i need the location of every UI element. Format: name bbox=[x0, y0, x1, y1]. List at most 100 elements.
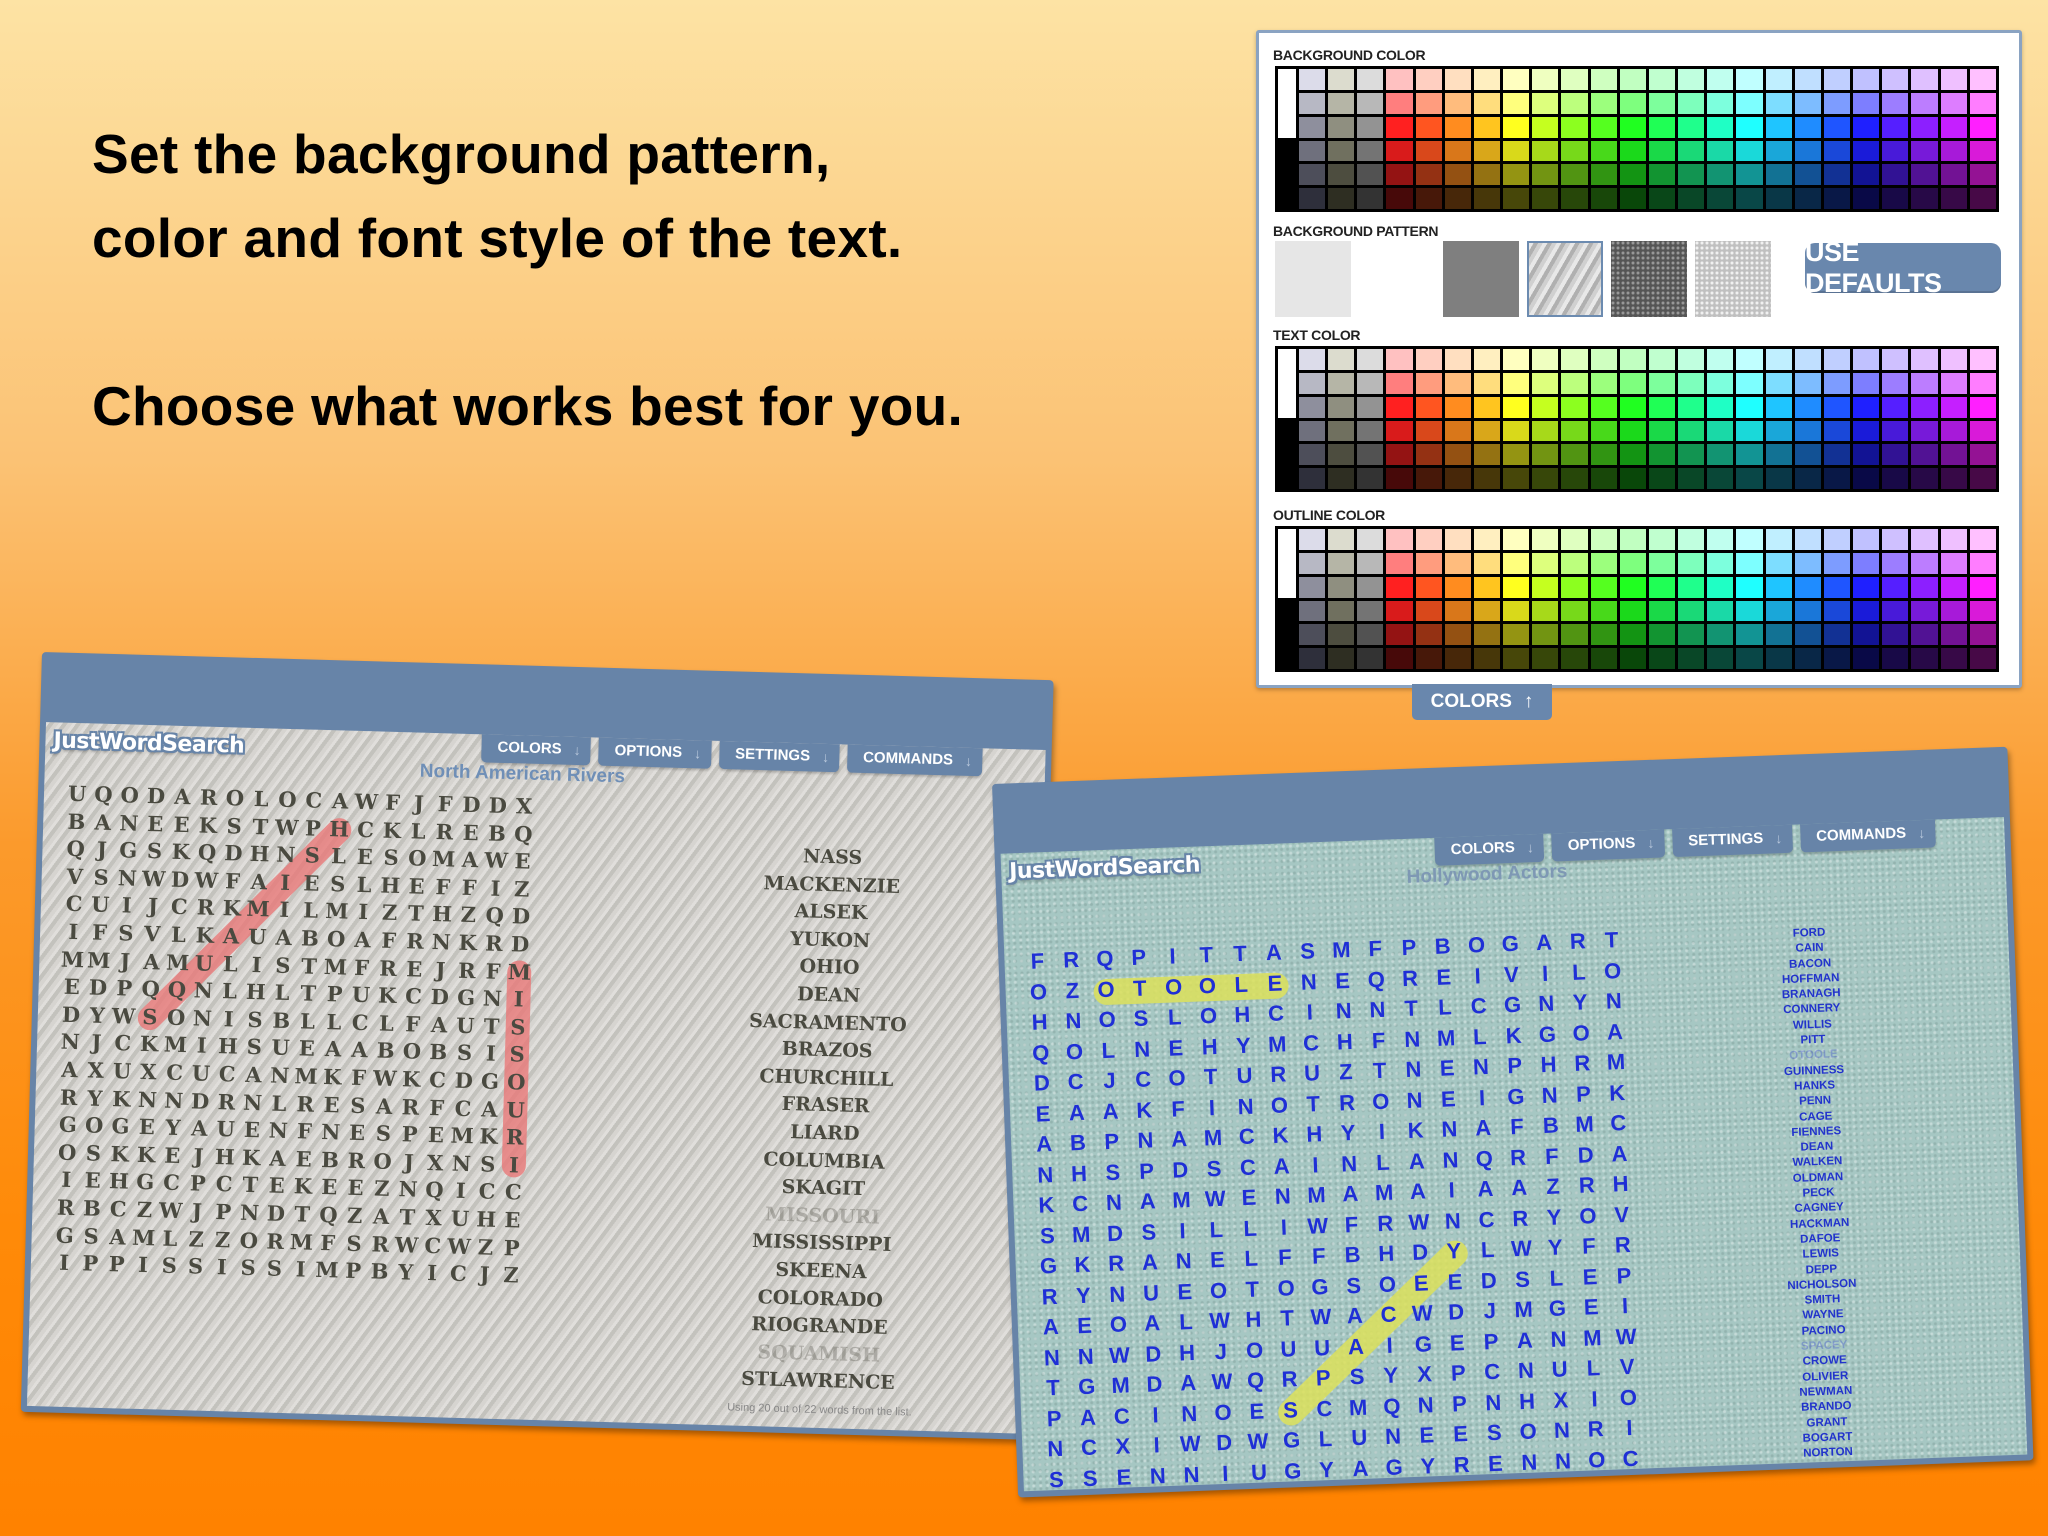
grid-letter[interactable]: J bbox=[83, 1030, 110, 1058]
color-swatch[interactable] bbox=[1590, 600, 1617, 622]
grid-letter[interactable]: C bbox=[161, 1059, 188, 1087]
grid-letter[interactable]: I bbox=[1267, 1213, 1302, 1245]
grid-letter[interactable]: M bbox=[288, 1229, 315, 1257]
color-swatch[interactable] bbox=[1561, 468, 1588, 489]
grid-letter[interactable]: O bbox=[1156, 973, 1191, 1005]
grid-letter[interactable]: C bbox=[1104, 1403, 1139, 1435]
grid-letter[interactable]: F bbox=[1301, 1243, 1336, 1275]
grid-letter[interactable]: N bbox=[1545, 1417, 1580, 1449]
color-swatch[interactable] bbox=[1794, 624, 1821, 646]
grid-letter[interactable]: M bbox=[323, 898, 350, 926]
grid-letter[interactable]: U bbox=[1134, 1279, 1169, 1311]
grey-swatch[interactable] bbox=[1328, 396, 1355, 418]
grid-letter[interactable]: U bbox=[267, 1035, 294, 1063]
grid-letter[interactable]: F bbox=[1020, 948, 1055, 980]
grid-letter[interactable]: A bbox=[456, 847, 483, 875]
grid-letter[interactable]: A bbox=[56, 1057, 83, 1085]
color-swatch[interactable] bbox=[1794, 116, 1821, 138]
grid-letter[interactable]: Q bbox=[1375, 1393, 1410, 1425]
grid-letter[interactable]: S bbox=[78, 1223, 105, 1251]
grid-letter[interactable]: R bbox=[1032, 1283, 1067, 1315]
grid-letter[interactable]: N bbox=[266, 1062, 293, 1090]
grid-letter[interactable]: U bbox=[1227, 1062, 1262, 1094]
color-swatch[interactable] bbox=[1678, 188, 1705, 209]
color-swatch[interactable] bbox=[1823, 164, 1851, 186]
grid-letter[interactable]: I bbox=[1528, 960, 1563, 992]
grid-letter[interactable]: P bbox=[299, 815, 326, 843]
grid-letter[interactable]: A bbox=[245, 869, 272, 897]
grid-letter[interactable]: S bbox=[241, 1034, 268, 1062]
color-swatch[interactable] bbox=[1765, 188, 1792, 209]
color-swatch[interactable] bbox=[1678, 600, 1705, 622]
grid-letter[interactable]: P bbox=[1497, 1052, 1532, 1084]
color-swatch[interactable] bbox=[1386, 372, 1413, 394]
grid-letter[interactable]: D bbox=[507, 903, 534, 931]
color-swatch[interactable] bbox=[1823, 648, 1851, 669]
color-swatch[interactable] bbox=[1823, 188, 1851, 209]
grid-letter[interactable]: I bbox=[60, 919, 87, 947]
grid-letter[interactable]: W bbox=[1300, 1212, 1335, 1244]
grid-letter[interactable]: T bbox=[478, 1013, 505, 1041]
grid-letter[interactable]: B bbox=[372, 1038, 399, 1066]
grey-swatch[interactable] bbox=[1357, 396, 1384, 418]
grid-letter[interactable]: A bbox=[1468, 1176, 1503, 1208]
grid-letter[interactable]: I bbox=[53, 1167, 80, 1195]
grid-letter[interactable]: N bbox=[160, 1087, 187, 1115]
grid-letter[interactable]: C bbox=[445, 1261, 472, 1289]
grid-letter[interactable]: R bbox=[292, 1091, 319, 1119]
grid-letter[interactable]: F bbox=[379, 789, 406, 817]
grid-letter[interactable]: H bbox=[1236, 1306, 1271, 1338]
tab-settings[interactable]: SETTINGS ↓ bbox=[718, 736, 840, 773]
grid-letter[interactable]: E bbox=[1430, 1055, 1465, 1087]
grid-letter[interactable]: E bbox=[316, 1174, 343, 1202]
color-swatch[interactable] bbox=[1415, 552, 1442, 574]
color-swatch[interactable] bbox=[1765, 444, 1792, 466]
color-swatch[interactable] bbox=[1415, 444, 1442, 466]
grid-letter[interactable]: N bbox=[1532, 1082, 1567, 1114]
grid-letter[interactable]: L bbox=[405, 818, 432, 846]
grey-swatch[interactable] bbox=[1357, 188, 1384, 209]
grey-swatch[interactable] bbox=[1328, 164, 1355, 186]
grid-letter[interactable]: T bbox=[1270, 1305, 1305, 1337]
color-swatch[interactable] bbox=[1386, 92, 1413, 114]
color-swatch[interactable] bbox=[1707, 648, 1734, 669]
grey-swatch[interactable] bbox=[1299, 552, 1326, 574]
grid-letter[interactable]: L bbox=[1539, 1265, 1574, 1297]
grey-swatch[interactable] bbox=[1357, 116, 1384, 138]
grid-letter[interactable]: E bbox=[79, 1168, 106, 1196]
grid-letter[interactable]: O bbox=[1611, 1384, 1646, 1416]
color-swatch[interactable] bbox=[1415, 140, 1442, 162]
grey-swatch[interactable] bbox=[1299, 396, 1326, 418]
grid-letter[interactable]: P bbox=[1441, 1360, 1476, 1392]
grid-letter[interactable]: N bbox=[1546, 1447, 1581, 1479]
grid-letter[interactable]: J bbox=[395, 1149, 422, 1177]
grid-letter[interactable]: Q bbox=[194, 840, 221, 868]
grid-letter[interactable]: K bbox=[378, 817, 405, 845]
color-swatch[interactable] bbox=[1386, 600, 1413, 622]
color-swatch[interactable] bbox=[1940, 648, 1967, 669]
grid-letter[interactable]: Q bbox=[1238, 1367, 1273, 1399]
grid-letter[interactable]: A bbox=[1256, 939, 1291, 971]
grid-letter[interactable]: D bbox=[57, 1001, 84, 1029]
color-swatch[interactable] bbox=[1969, 164, 1996, 186]
color-swatch[interactable] bbox=[1532, 624, 1559, 646]
color-swatch[interactable] bbox=[1619, 140, 1646, 162]
grid-letter[interactable]: N bbox=[479, 986, 506, 1014]
grid-letter[interactable]: U bbox=[190, 950, 217, 978]
color-swatch[interactable] bbox=[1940, 396, 1967, 418]
grid-letter[interactable]: O bbox=[1021, 978, 1056, 1010]
color-swatch[interactable] bbox=[1386, 468, 1413, 489]
grid-letter[interactable]: P bbox=[1566, 1080, 1601, 1112]
grid-letter[interactable]: K bbox=[194, 812, 221, 840]
color-swatch[interactable] bbox=[1532, 420, 1559, 442]
grid-letter[interactable]: S bbox=[504, 1041, 531, 1069]
grid-letter[interactable]: K bbox=[218, 895, 245, 923]
grid-letter[interactable]: N bbox=[1360, 996, 1395, 1028]
color-swatch[interactable] bbox=[1736, 372, 1763, 394]
grid-letter[interactable]: M bbox=[59, 946, 86, 974]
color-swatch[interactable] bbox=[1473, 92, 1501, 114]
grid-letter[interactable]: B bbox=[366, 1258, 393, 1286]
grid-letter[interactable]: R bbox=[1393, 965, 1428, 997]
grid-letter[interactable]: C bbox=[1469, 1206, 1504, 1238]
grid-letter[interactable]: G bbox=[1031, 1253, 1066, 1285]
